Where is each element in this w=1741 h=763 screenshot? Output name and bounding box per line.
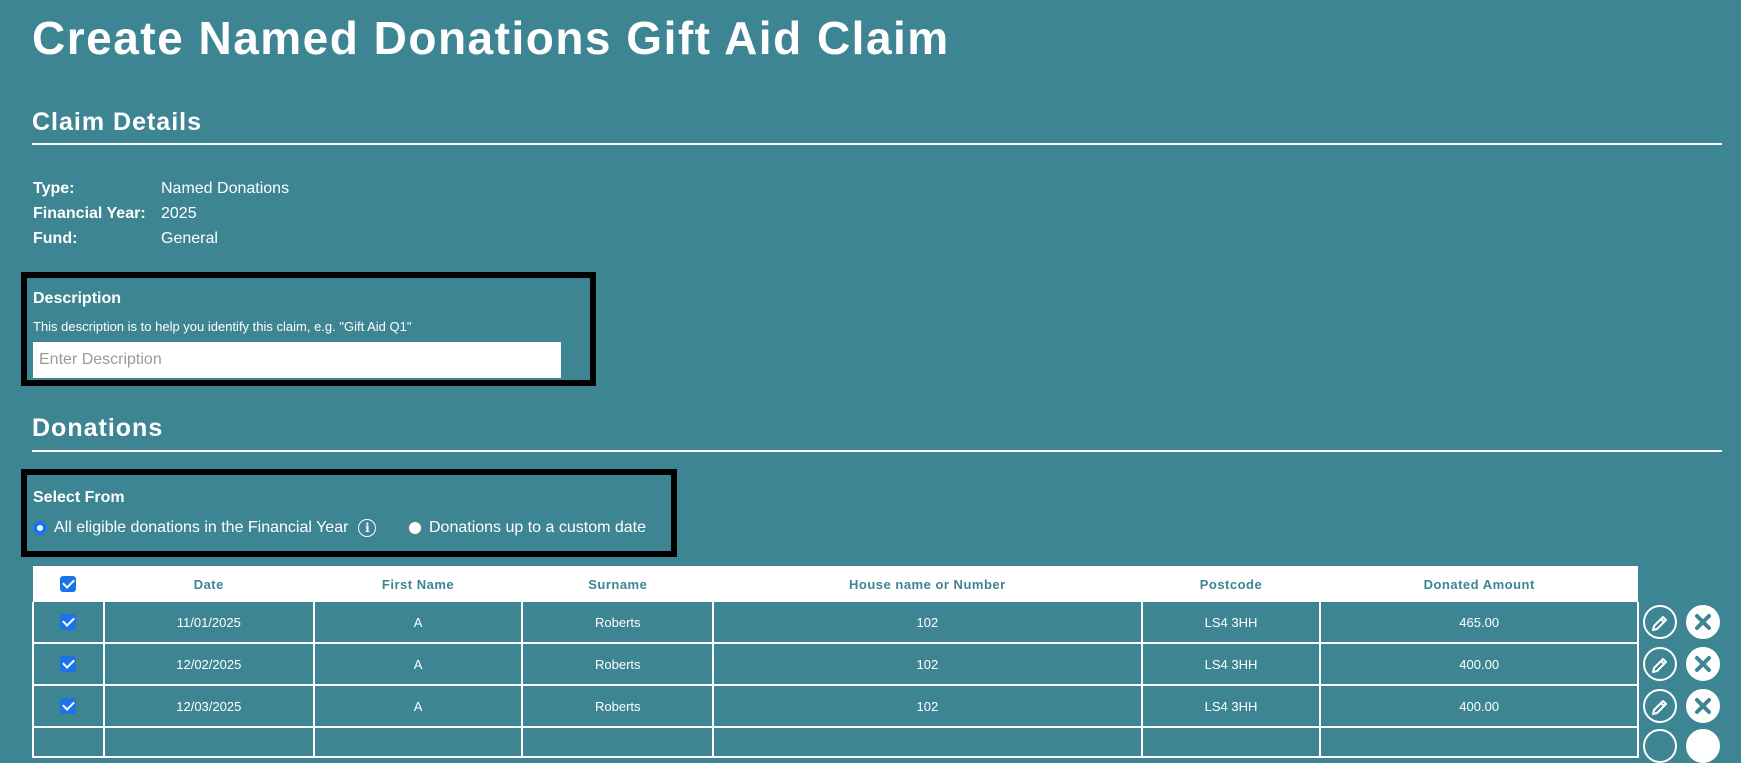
cell-date: 12/03/2025	[102, 685, 315, 728]
radio-button[interactable]	[408, 521, 422, 535]
detail-label: Fund:	[33, 230, 78, 247]
edit-button[interactable]	[1643, 647, 1677, 681]
column-header-date[interactable]: Date	[103, 566, 314, 602]
column-header-postcode[interactable]: Postcode	[1141, 566, 1321, 602]
edit-button[interactable]	[1643, 729, 1677, 763]
detail-value: 2025	[161, 205, 197, 222]
cell-postcode: LS4 3HH	[1140, 602, 1322, 644]
table-header-row: Date First Name Surname House name or Nu…	[33, 566, 1638, 602]
detail-label: Type:	[33, 180, 75, 197]
radio-all-eligible[interactable]: All eligible donations in the Financial …	[33, 519, 377, 537]
column-header-first-name[interactable]: First Name	[313, 566, 523, 602]
divider	[32, 143, 1722, 145]
select-all-cell	[33, 566, 104, 602]
donations-heading: Donations	[32, 414, 164, 442]
delete-button[interactable]	[1686, 647, 1720, 681]
detail-label: Financial Year:	[33, 205, 146, 222]
delete-icon	[1695, 614, 1711, 630]
radio-label: All eligible donations in the Financial …	[54, 519, 349, 536]
delete-icon	[1695, 698, 1711, 714]
divider	[32, 450, 1722, 452]
radio-custom-date[interactable]: Donations up to a custom date	[408, 519, 646, 537]
cell-house: 102	[712, 685, 1143, 728]
claim-details-heading: Claim Details	[32, 108, 203, 136]
cell-first-name: A	[312, 643, 524, 686]
cell-surname: Roberts	[521, 602, 715, 644]
cell-house: 102	[712, 602, 1143, 644]
select-from-heading: Select From	[33, 489, 125, 506]
cell-amount: 400.00	[1319, 685, 1639, 728]
table-row[interactable]: 12/03/2025 A Roberts 102 LS4 3HH 400.00	[32, 685, 1639, 728]
cell-postcode: LS4 3HH	[1140, 685, 1322, 728]
cell-surname: Roberts	[521, 685, 715, 728]
description-help-text: This description is to help you identify…	[33, 319, 412, 334]
cell-first-name: A	[312, 685, 524, 728]
table-row[interactable]: 12/02/2025 A Roberts 102 LS4 3HH 400.00	[32, 643, 1639, 686]
select-from-panel: Select From All eligible donations in th…	[21, 469, 677, 557]
edit-icon	[1652, 658, 1667, 673]
row-checkbox[interactable]	[60, 656, 77, 673]
table-row[interactable]: 11/01/2025 A Roberts 102 LS4 3HH 465.00	[32, 602, 1639, 644]
radio-button[interactable]	[33, 521, 47, 535]
edit-button[interactable]	[1643, 605, 1677, 639]
column-header-surname[interactable]: Surname	[522, 566, 714, 602]
cell-house: 102	[712, 643, 1143, 686]
radio-label: Donations up to a custom date	[429, 519, 647, 536]
row-checkbox[interactable]	[60, 698, 77, 715]
delete-button[interactable]	[1686, 605, 1720, 639]
cell-amount: 400.00	[1319, 643, 1639, 686]
info-icon[interactable]: i	[358, 519, 377, 537]
description-panel: Description This description is to help …	[21, 272, 596, 386]
row-checkbox[interactable]	[60, 614, 77, 631]
edit-button[interactable]	[1643, 689, 1677, 723]
cell-date: 11/01/2025	[102, 602, 315, 644]
column-header-house[interactable]: House name or Number	[713, 566, 1142, 602]
cell-postcode: LS4 3HH	[1140, 643, 1322, 686]
detail-value: General	[161, 230, 218, 247]
select-all-checkbox[interactable]	[60, 576, 77, 593]
description-heading: Description	[33, 290, 122, 307]
cell-amount: 465.00	[1319, 602, 1639, 644]
cell-date: 12/02/2025	[102, 643, 315, 686]
donations-table: Date First Name Surname House name or Nu…	[32, 566, 1639, 758]
cell-surname: Roberts	[521, 643, 715, 686]
column-header-amount[interactable]: Donated Amount	[1320, 566, 1638, 602]
delete-button[interactable]	[1686, 729, 1720, 763]
delete-icon	[1695, 656, 1711, 672]
page-title: Create Named Donations Gift Aid Claim	[32, 12, 950, 64]
table-row[interactable]	[32, 727, 1639, 758]
description-input[interactable]	[33, 342, 561, 378]
edit-icon	[1652, 700, 1667, 715]
edit-icon	[1652, 616, 1667, 631]
delete-button[interactable]	[1686, 689, 1720, 723]
detail-value: Named Donations	[161, 180, 290, 197]
cell-first-name: A	[312, 602, 524, 644]
